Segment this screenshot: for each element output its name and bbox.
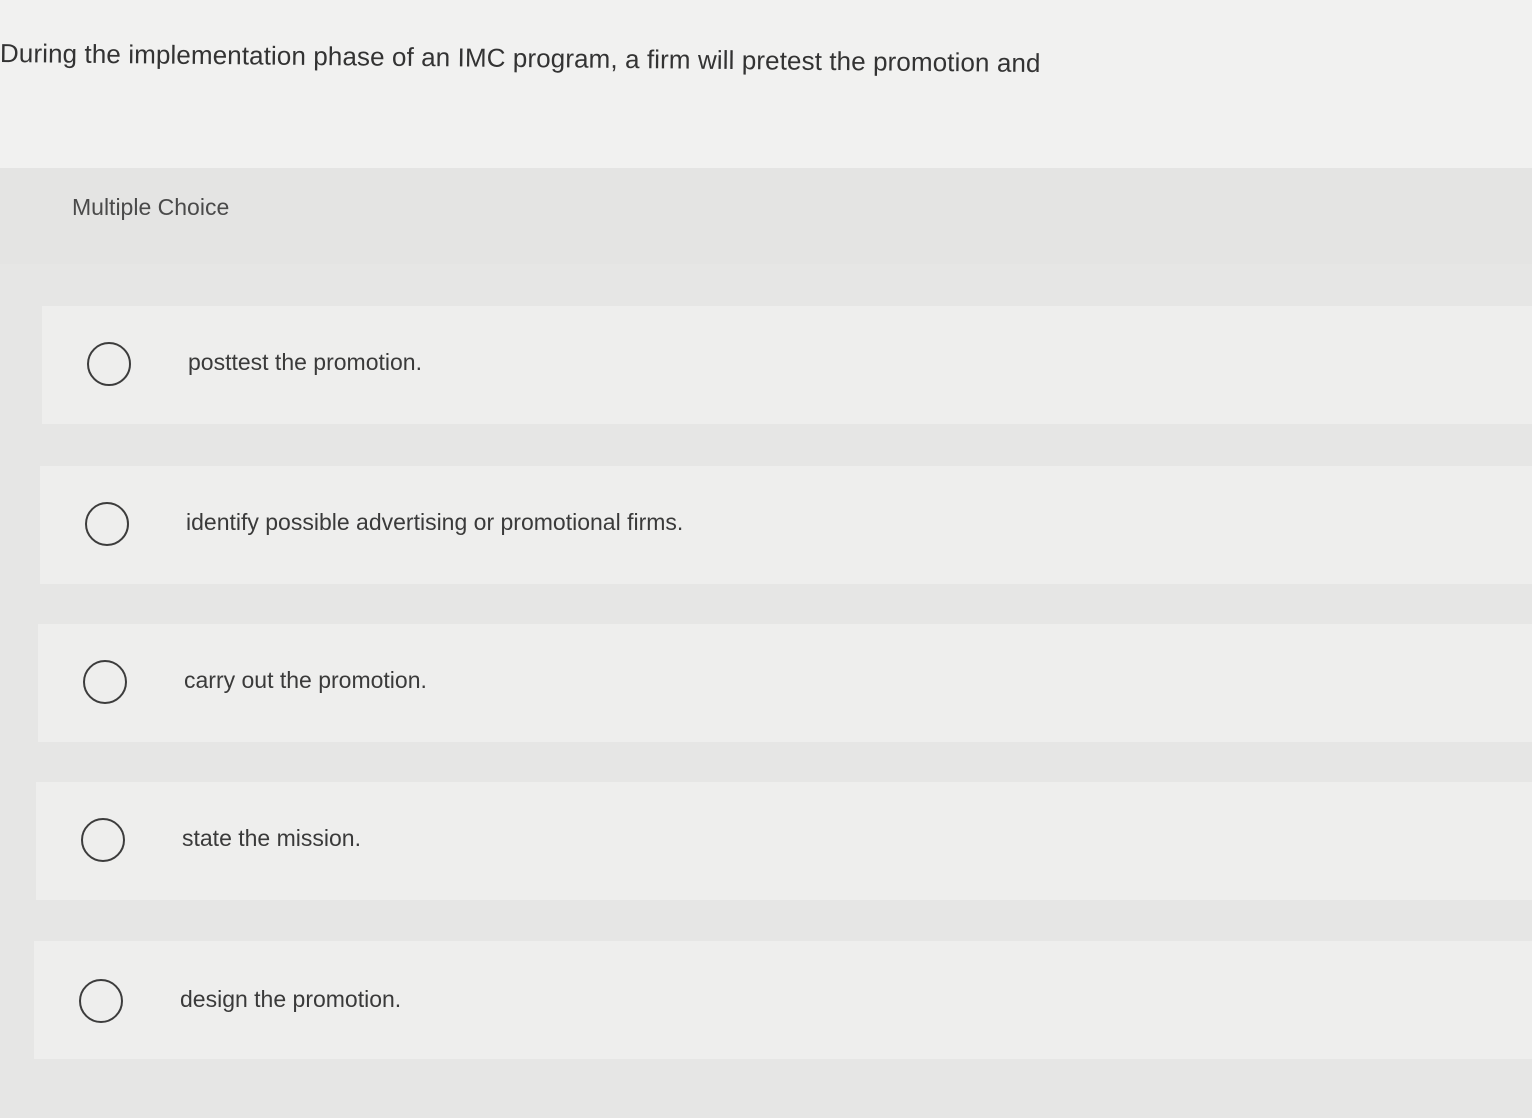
radio-unchecked-icon[interactable] xyxy=(83,660,127,704)
answer-option-label: identify possible advertising or promoti… xyxy=(186,509,684,535)
answer-option-label: design the promotion. xyxy=(180,986,402,1012)
answer-option-2[interactable]: identify possible advertising or promoti… xyxy=(40,466,1532,584)
radio-unchecked-icon[interactable] xyxy=(87,342,131,386)
answer-option-3[interactable]: carry out the promotion. xyxy=(38,624,1532,742)
answer-options-list: posttest the promotion. identify possibl… xyxy=(0,264,1532,1118)
radio-unchecked-icon[interactable] xyxy=(79,979,123,1023)
answer-option-4[interactable]: state the mission. xyxy=(36,782,1532,900)
question-type-header: Multiple Choice xyxy=(0,168,1532,264)
question-type-label: Multiple Choice xyxy=(72,194,230,220)
answer-option-label: state the mission. xyxy=(182,825,361,851)
answer-option-5[interactable]: design the promotion. xyxy=(34,941,1532,1059)
question-panel: During the implementation phase of an IM… xyxy=(0,0,1532,168)
answer-option-1[interactable]: posttest the promotion. xyxy=(42,306,1532,424)
radio-unchecked-icon[interactable] xyxy=(81,818,125,862)
answer-option-label: carry out the promotion. xyxy=(184,667,427,693)
radio-unchecked-icon[interactable] xyxy=(85,502,129,546)
answer-option-label: posttest the promotion. xyxy=(188,349,422,375)
question-text: During the implementation phase of an IM… xyxy=(0,38,1041,78)
